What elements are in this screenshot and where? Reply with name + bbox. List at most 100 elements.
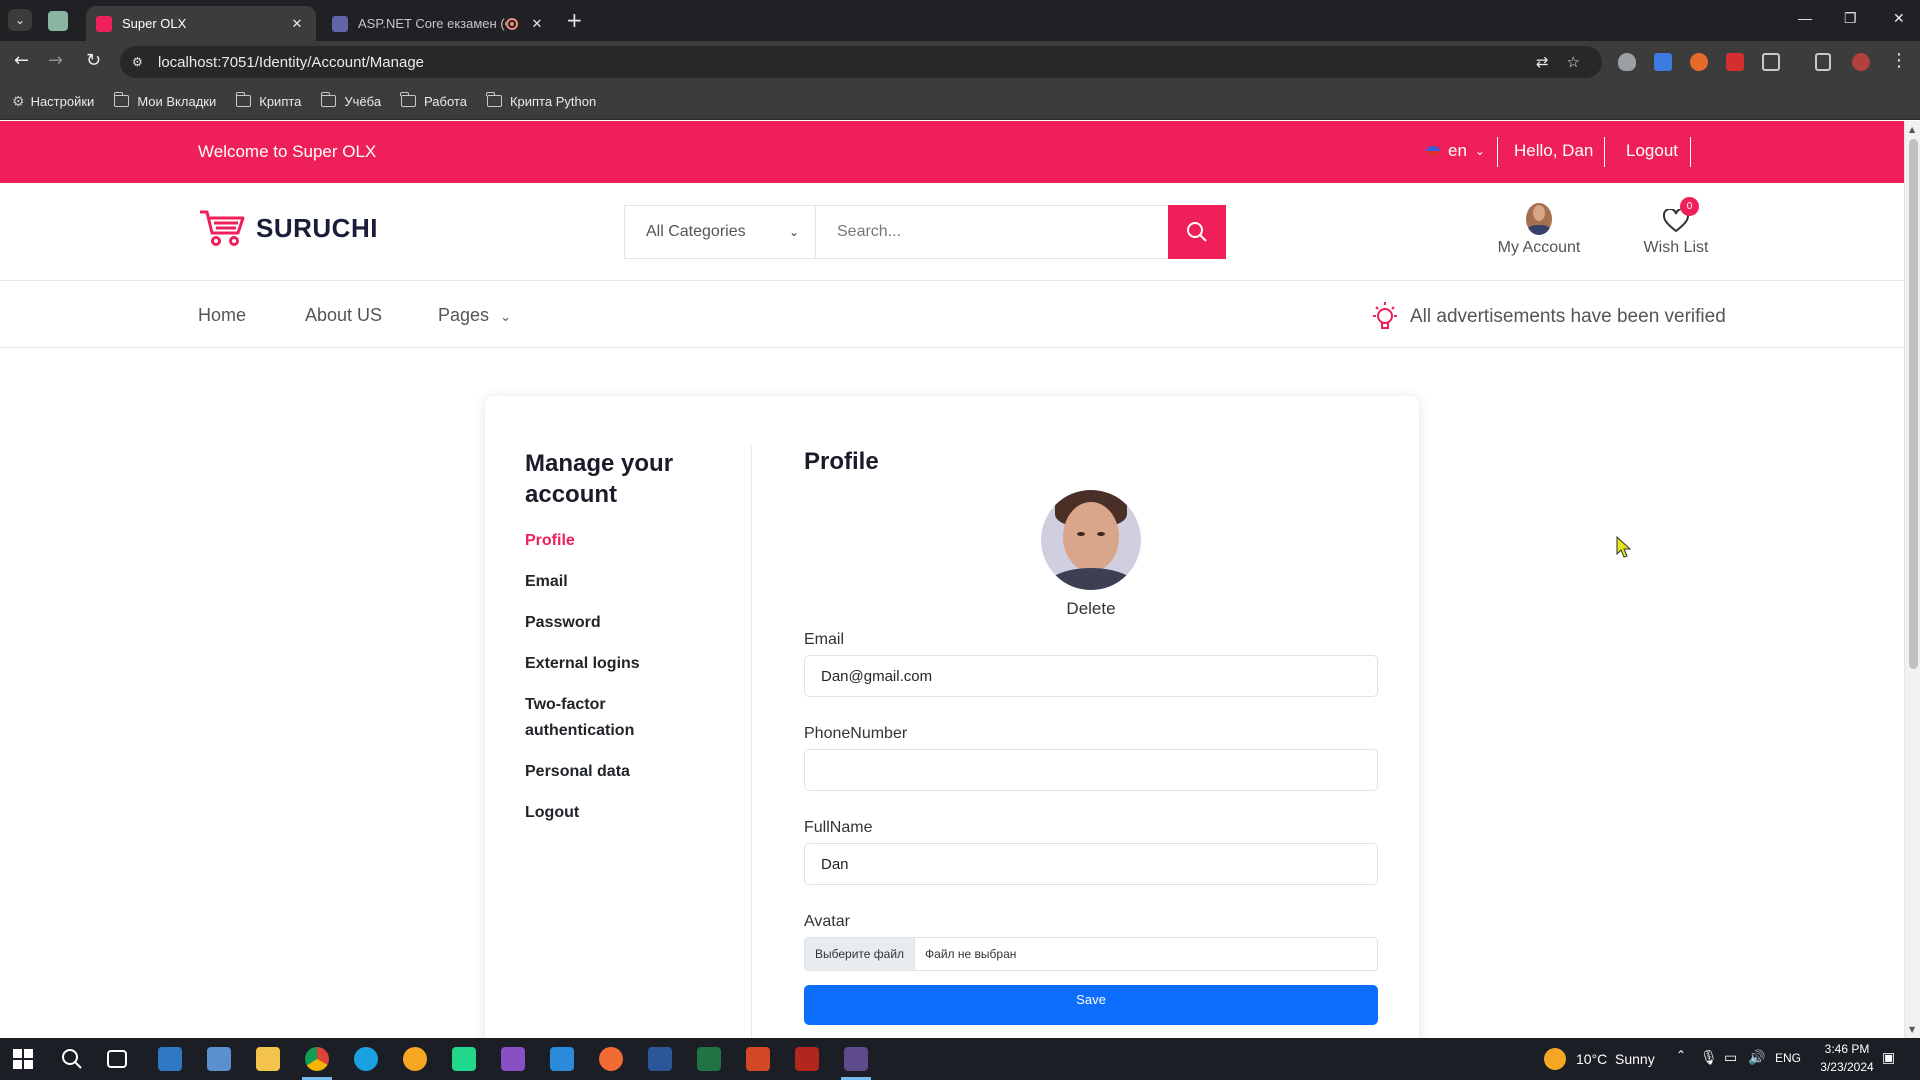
close-tab-icon[interactable]: ✕	[288, 16, 306, 32]
manage-link-external-logins[interactable]: External logins	[525, 651, 705, 677]
clock-time[interactable]: 3:46 PM	[1817, 1042, 1877, 1056]
edge-icon[interactable]	[354, 1047, 378, 1071]
folder-icon	[400, 92, 417, 107]
scroll-up-icon[interactable]: ▲	[1909, 125, 1915, 134]
category-select[interactable]: All Categories ⌄	[624, 205, 816, 259]
wishlist-link[interactable]: 0 Wish List	[1634, 197, 1718, 257]
chrome-menu-icon[interactable]: ⋮	[1890, 51, 1908, 71]
weather-temp[interactable]: 10°C	[1576, 1051, 1607, 1067]
address-bar[interactable]: ⚙ localhost:7051/Identity/Account/Manage…	[120, 46, 1602, 78]
weather-sun-icon[interactable]	[1544, 1048, 1566, 1070]
new-tab-button[interactable]: +	[566, 9, 583, 31]
phone-field[interactable]	[804, 749, 1378, 791]
input-language[interactable]: ENG	[1775, 1051, 1801, 1065]
translate-extension-icon[interactable]	[1654, 53, 1672, 71]
vpn-icon[interactable]	[403, 1047, 427, 1071]
forward-icon[interactable]: →	[48, 51, 63, 71]
choose-file-button[interactable]: Выберите файл	[805, 938, 916, 970]
fullname-value: Dan	[821, 855, 849, 873]
manage-link-email[interactable]: Email	[525, 569, 705, 595]
save-button[interactable]: Save	[804, 985, 1378, 1025]
weather-text[interactable]: Sunny	[1615, 1051, 1655, 1067]
network-icon[interactable]: ▭	[1724, 1049, 1737, 1066]
search-input[interactable]: Search...	[815, 205, 1169, 259]
manage-link-profile[interactable]: Profile	[525, 528, 705, 554]
email-field[interactable]: Dan@gmail.com	[804, 655, 1378, 697]
side-panel-icon[interactable]	[1815, 53, 1831, 71]
manage-link-two-factor[interactable]: Two-factor authentication	[525, 692, 705, 744]
my-account-link[interactable]: My Account	[1494, 203, 1584, 257]
restore-icon[interactable]: ❐	[1844, 10, 1857, 27]
translate-icon[interactable]: ⇄	[1536, 53, 1549, 71]
powerpoint-icon[interactable]	[746, 1047, 770, 1071]
word-icon[interactable]	[648, 1047, 672, 1071]
bookmark-crypto-python[interactable]: Крипта Python	[486, 92, 596, 109]
bookmark-settings[interactable]: ⚙ Настройки	[12, 93, 94, 110]
welcome-text: Welcome to Super OLX	[198, 142, 377, 161]
extensions-icon[interactable]	[1762, 53, 1780, 71]
manage-link-password[interactable]: Password	[525, 610, 705, 636]
vscode-icon[interactable]	[550, 1047, 574, 1071]
browser-tab-strip: ⌄ Super OLX ✕ ASP.NET Core екзамен (Co ✕…	[0, 0, 1920, 41]
scrollbar-thumb[interactable]	[1909, 139, 1918, 669]
volume-icon[interactable]: 🔊	[1748, 1049, 1765, 1066]
manage-link-logout[interactable]: Logout	[525, 800, 705, 826]
top-logout-link[interactable]: Logout	[1626, 141, 1678, 161]
pinned-tab-chatgpt[interactable]	[48, 11, 68, 31]
language-selector[interactable]: en ⌄	[1426, 141, 1485, 161]
shield-extension-icon[interactable]	[1618, 53, 1636, 71]
tab-super-olx[interactable]: Super OLX ✕	[86, 6, 316, 41]
search-button[interactable]	[1168, 205, 1226, 259]
delete-avatar-link[interactable]: Delete	[804, 599, 1378, 619]
bookmark-crypto[interactable]: Крипта	[235, 92, 301, 109]
close-tab-icon[interactable]: ✕	[528, 16, 546, 32]
postman-icon[interactable]	[599, 1047, 623, 1071]
chrome-icon[interactable]	[305, 1047, 329, 1071]
terminal-icon[interactable]	[844, 1047, 868, 1071]
nav-about-us[interactable]: About US	[305, 305, 382, 326]
search-icon[interactable]	[61, 1048, 83, 1070]
visual-studio-icon[interactable]	[501, 1047, 525, 1071]
notifications-icon[interactable]: ▣	[1882, 1049, 1895, 1066]
page-scrollbar[interactable]: ▲ ▼	[1904, 121, 1920, 1038]
profile-form: Profile Delete Email Dan@gmail.com Phone…	[804, 448, 1378, 1025]
swift-extension-icon[interactable]	[1690, 53, 1708, 71]
minimize-icon[interactable]: —	[1798, 10, 1812, 26]
nav-home[interactable]: Home	[198, 305, 246, 326]
microphone-icon[interactable]: 🎙	[1700, 1049, 1718, 1066]
avatar-file-input[interactable]: Выберите файл Файл не выбран	[804, 937, 1378, 971]
bookmark-star-icon[interactable]: ☆	[1567, 53, 1580, 71]
windows-start-icon[interactable]	[13, 1049, 33, 1069]
calculator-icon[interactable]	[207, 1047, 231, 1071]
tray-chevron-icon[interactable]: ⌃	[1676, 1048, 1686, 1062]
bookmark-study[interactable]: Учёба	[320, 92, 381, 109]
profile-avatar-icon[interactable]	[1852, 53, 1870, 71]
super-olx-favicon-icon	[96, 15, 112, 32]
store-icon[interactable]	[158, 1047, 182, 1071]
reload-icon[interactable]: ↻	[86, 51, 101, 71]
tab-search-button[interactable]: ⌄	[8, 9, 32, 31]
category-select-value: All Categories	[646, 223, 746, 240]
site-logo[interactable]: SURUCHI	[198, 209, 378, 247]
acrobat-extension-icon[interactable]	[1726, 53, 1744, 71]
clock-date[interactable]: 3/23/2024	[1811, 1060, 1883, 1074]
bookmark-work[interactable]: Работа	[400, 92, 467, 109]
search-placeholder: Search...	[837, 223, 902, 240]
windows-taskbar: 10°C Sunny ⌃ 🎙 ▭ 🔊 ENG 3:46 PM 3/23/2024…	[0, 1038, 1920, 1080]
scroll-down-icon[interactable]: ▼	[1909, 1025, 1915, 1034]
file-explorer-icon[interactable]	[256, 1047, 280, 1071]
manage-link-personal-data[interactable]: Personal data	[525, 759, 705, 785]
site-info-icon[interactable]: ⚙	[132, 55, 152, 69]
hello-user-link[interactable]: Hello, Dan	[1514, 141, 1593, 161]
gear-icon: ⚙	[12, 92, 25, 109]
pdf-editor-icon[interactable]	[795, 1047, 819, 1071]
task-view-icon[interactable]	[107, 1050, 127, 1068]
fullname-field[interactable]: Dan	[804, 843, 1378, 885]
pycharm-icon[interactable]	[452, 1047, 476, 1071]
nav-pages[interactable]: Pages ⌄	[438, 305, 511, 326]
back-icon[interactable]: ←	[14, 51, 29, 71]
tab-aspnet-exam[interactable]: ASP.NET Core екзамен (Co ✕	[322, 6, 556, 41]
close-window-icon[interactable]: ✕	[1893, 10, 1905, 27]
bookmark-my-tabs[interactable]: Мои Вкладки	[113, 92, 216, 109]
excel-icon[interactable]	[697, 1047, 721, 1071]
